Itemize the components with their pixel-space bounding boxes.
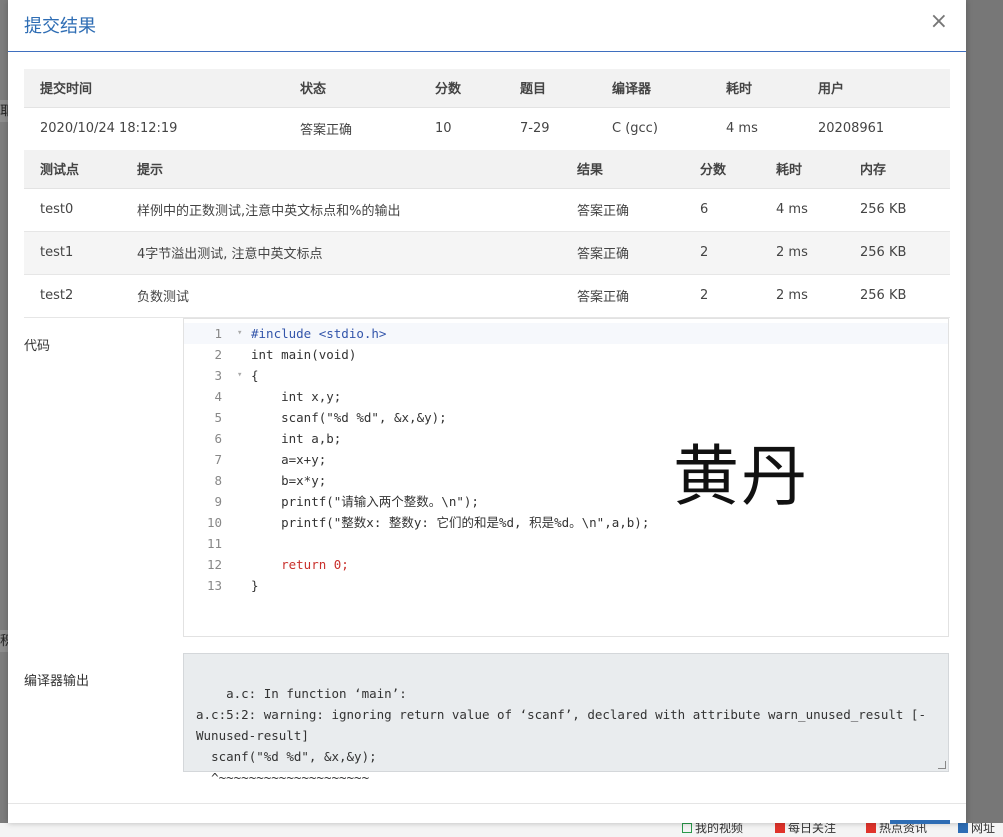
table-row: test1 4字节溢出测试, 注意中英文标点 答案正确 2 2 ms 256 K… (24, 231, 950, 275)
header-hint: 提示 (121, 150, 561, 189)
code-label: 代码 (24, 339, 51, 354)
test-memory: 256 KB (844, 188, 950, 232)
bottom-link[interactable]: 热点资讯 (866, 823, 927, 836)
header-compiler: 编译器 (596, 69, 710, 108)
test-hint: 4字节溢出测试, 注意中英文标点 (121, 231, 561, 275)
table-row: test2 负数测试 答案正确 2 2 ms 256 KB (24, 274, 950, 318)
test-case-table: 测试点 提示 结果 分数 耗时 内存 test0 样例中的正数测试,注意中英文标… (24, 150, 950, 318)
test-name: test2 (24, 274, 121, 318)
bottom-link[interactable]: 我的视频 (682, 823, 743, 836)
header-elapsed: 耗时 (710, 69, 802, 108)
summary-row: 2020/10/24 18:12:19 答案正确 10 7-29 C (gcc)… (24, 107, 950, 151)
test-header-row: 测试点 提示 结果 分数 耗时 内存 (24, 150, 950, 189)
header-problem: 题目 (504, 69, 596, 108)
compiler-output-textarea[interactable]: a.c: In function ‘main’: a.c:5:2: warnin… (183, 653, 949, 785)
modal-title: 提交结果 (24, 16, 96, 37)
header-user: 用户 (802, 69, 950, 108)
test-hint: 样例中的正数测试,注意中英文标点和%的输出 (121, 188, 561, 232)
elapsed-time: 4 ms (710, 107, 802, 151)
test-time: 2 ms (760, 231, 844, 275)
bottom-link[interactable]: 网址 (958, 823, 995, 836)
fold-arrow-icon[interactable]: ▾ (237, 365, 242, 386)
background-left-fragment: 耶 (0, 100, 13, 122)
compiler-output-text: a.c: In function ‘main’: a.c:5:2: warnin… (196, 686, 926, 785)
table-row: test0 样例中的正数测试,注意中英文标点和%的输出 答案正确 6 4 ms … (24, 188, 950, 232)
test-time: 4 ms (760, 188, 844, 232)
code-line: 7 a=x+y; (214, 452, 327, 467)
header-submit-time: 提交时间 (24, 69, 284, 108)
background-bottom-bar: 我的视频 每日关注 热点资讯 网址 (0, 823, 1003, 837)
background-left-fragment: 积 (0, 630, 13, 652)
header-test-score: 分数 (684, 150, 760, 189)
test-result: 答案正确 (561, 274, 684, 318)
code-line: 5 scanf("%d %d", &x,&y); (214, 410, 447, 425)
footer-button[interactable] (890, 820, 950, 824)
test-name: test1 (24, 231, 121, 275)
header-test-point: 测试点 (24, 150, 121, 189)
header-memory: 内存 (844, 150, 950, 189)
code-line: 8 b=x*y; (214, 473, 327, 488)
test-score: 2 (684, 274, 760, 318)
bottom-link[interactable]: 每日关注 (775, 823, 836, 836)
background-right-strip (966, 0, 1003, 837)
modal-footer (8, 803, 966, 824)
code-editor[interactable]: 1 ▾ #include <stdio.h> 2 int main(void) 3 ▾{… (183, 318, 949, 637)
test-time: 2 ms (760, 274, 844, 318)
submission-result-modal: 提交结果 × 提交时间 状态 分数 题目 编译器 耗时 用户 2020/10/2… (8, 0, 966, 824)
code-line: 6 int a,b; (214, 431, 342, 446)
status-badge: 答案正确 (284, 107, 419, 151)
test-memory: 256 KB (844, 274, 950, 318)
fold-arrow-icon[interactable]: ▾ (237, 323, 242, 344)
handwritten-name-watermark: 黄丹 (673, 438, 809, 515)
close-icon[interactable]: × (930, 9, 948, 34)
code-line: 2 int main(void) (214, 347, 357, 362)
test-result: 答案正确 (561, 231, 684, 275)
modal-header: 提交结果 × (8, 0, 966, 52)
test-memory: 256 KB (844, 231, 950, 275)
problem-link[interactable]: 7-29 (504, 107, 596, 151)
summary-table: 提交时间 状态 分数 题目 编译器 耗时 用户 2020/10/24 18:12… (24, 69, 950, 151)
resize-handle-icon[interactable] (938, 761, 946, 769)
test-hint: 负数测试 (121, 274, 561, 318)
code-line: 4 int x,y; (214, 389, 342, 404)
header-test-time: 耗时 (760, 150, 844, 189)
summary-header-row: 提交时间 状态 分数 题目 编译器 耗时 用户 (24, 69, 950, 108)
code-line: 3 ▾{ (184, 365, 948, 386)
compiler-output-label: 编译器输出 (24, 674, 90, 689)
code-line: 12 return 0; (206, 557, 349, 572)
test-result: 答案正确 (561, 188, 684, 232)
header-status: 状态 (284, 69, 419, 108)
code-line: 13} (206, 578, 259, 593)
code-line: 9 printf("请输入两个整数。\n"); (214, 494, 479, 509)
compiler: C (gcc) (596, 107, 710, 151)
header-result: 结果 (561, 150, 684, 189)
test-score: 6 (684, 188, 760, 232)
test-name: test0 (24, 188, 121, 232)
score: 10 (419, 107, 504, 151)
user-id: 20208961 (802, 107, 950, 151)
test-score: 2 (684, 231, 760, 275)
header-score: 分数 (419, 69, 504, 108)
code-line: 1 ▾ #include <stdio.h> (184, 323, 948, 344)
code-line: 10 printf("整数x: 整数y: 它们的和是%d, 积是%d。\n",a… (206, 515, 650, 530)
code-line: 11 (206, 536, 222, 551)
submit-time: 2020/10/24 18:12:19 (24, 107, 284, 151)
